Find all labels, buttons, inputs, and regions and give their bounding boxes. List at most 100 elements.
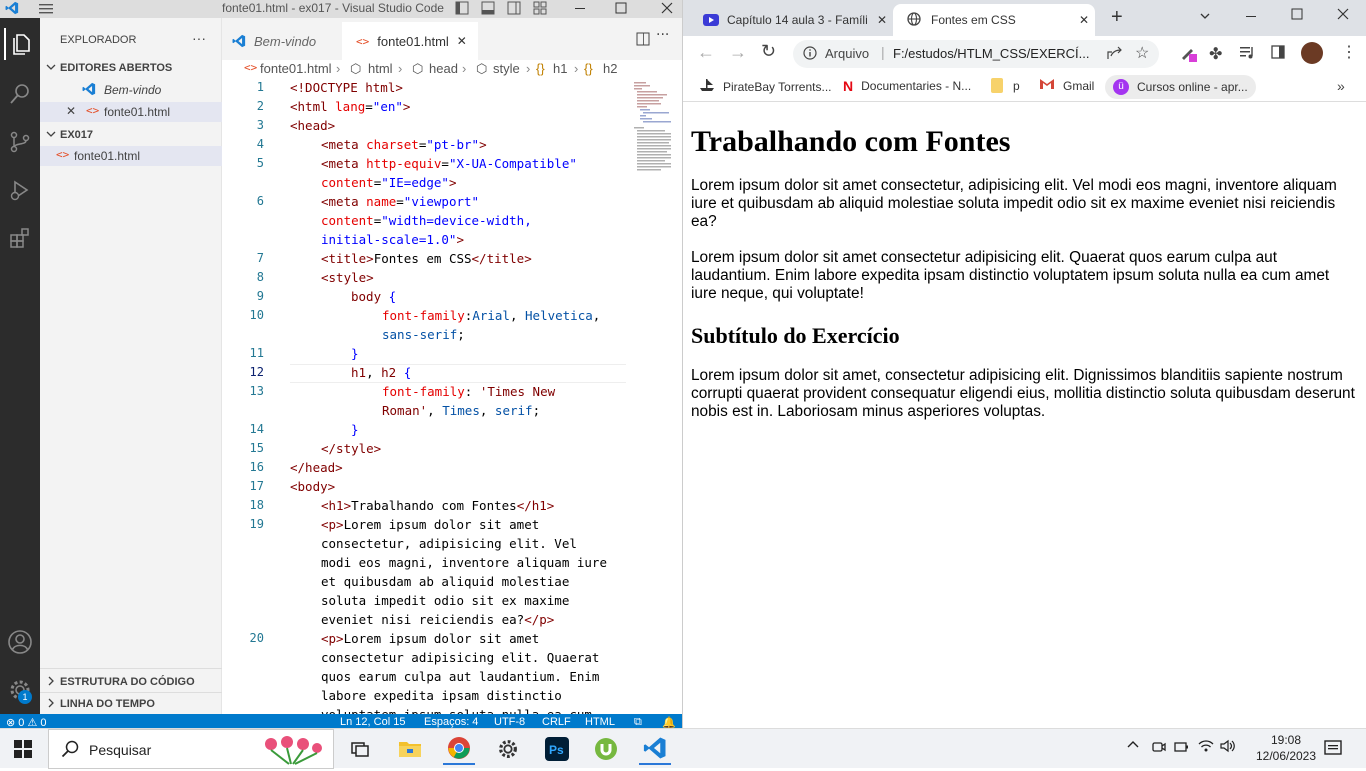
- bookmark-item[interactable]: N Documentaries - N...: [843, 78, 971, 94]
- code-line[interactable]: consectetur, adipisicing elit. Vel: [321, 536, 577, 551]
- maximize-icon[interactable]: [614, 1, 628, 15]
- chrome-menu-icon[interactable]: ⋮: [1341, 42, 1357, 62]
- eol-status[interactable]: CRLF: [542, 716, 571, 728]
- breadcrumb-item[interactable]: style: [493, 61, 520, 76]
- code-line[interactable]: labore expedita ipsam distinctio: [321, 688, 562, 703]
- clock-time[interactable]: 19:08: [1256, 733, 1316, 747]
- battery-icon[interactable]: [1174, 740, 1190, 759]
- encoding-status[interactable]: UTF-8: [494, 716, 525, 728]
- outline-title[interactable]: ESTRUTURA DO CÓDIGO: [60, 676, 195, 688]
- code-line[interactable]: }: [351, 346, 359, 361]
- close-editor-icon[interactable]: ✕: [66, 104, 76, 118]
- timeline-title[interactable]: LINHA DO TEMPO: [60, 698, 155, 710]
- close-tab-icon[interactable]: ✕: [457, 34, 467, 48]
- back-icon[interactable]: ←: [697, 42, 715, 63]
- chrome-tab-fontes[interactable]: Fontes em CSS ✕: [893, 4, 1095, 36]
- open-editor-item[interactable]: Bem-vindo: [104, 83, 161, 97]
- photoshop-icon[interactable]: Ps: [541, 733, 573, 765]
- code-line[interactable]: font-family:Arial, Helvetica,: [382, 308, 600, 323]
- bookmark-item[interactable]: PirateBay Torrents...: [699, 78, 832, 95]
- code-line[interactable]: <p>Lorem ipsum dolor sit amet: [321, 517, 539, 532]
- code-line[interactable]: content="IE=edge">: [321, 175, 456, 190]
- problems-status[interactable]: ⊗ 0 ⚠ 0: [6, 716, 47, 728]
- run-debug-icon[interactable]: [4, 174, 36, 206]
- code-line[interactable]: </style>: [321, 441, 381, 456]
- code-line[interactable]: <body>: [290, 479, 335, 494]
- new-tab-icon[interactable]: +: [1111, 6, 1123, 29]
- more-actions-icon[interactable]: ···: [192, 30, 206, 46]
- cursor-position[interactable]: Ln 12, Col 15: [340, 716, 405, 728]
- close-tab-icon[interactable]: ✕: [877, 13, 887, 27]
- minimize-icon[interactable]: [573, 1, 587, 15]
- chevron-down-icon[interactable]: [46, 129, 56, 142]
- wifi-icon[interactable]: [1198, 739, 1214, 758]
- account-icon[interactable]: [4, 626, 36, 658]
- breadcrumb-item[interactable]: h2: [603, 61, 617, 76]
- code-line[interactable]: sans-serif;: [382, 327, 465, 342]
- toggle-sidebar-icon[interactable]: [455, 1, 469, 15]
- menu-icon[interactable]: [38, 1, 54, 15]
- vscode-taskbar-icon[interactable]: [639, 733, 671, 765]
- code-line[interactable]: modi eos magni, inventore aliquam iure: [321, 555, 607, 570]
- chrome-tab-video[interactable]: Capítulo 14 aula 3 - Famíli ✕: [691, 4, 887, 36]
- notification-center-icon[interactable]: [1324, 740, 1342, 763]
- code-line[interactable]: et quibusdam ab aliquid molestiae: [321, 574, 569, 589]
- breadcrumb-item[interactable]: head: [429, 61, 458, 76]
- settings-gear-icon[interactable]: 1: [4, 674, 36, 706]
- side-panel-icon[interactable]: [1271, 45, 1285, 64]
- code-line[interactable]: quos earum culpa aut laudantium. Enim: [321, 669, 599, 684]
- bookmark-item[interactable]: Gmail: [1039, 78, 1094, 93]
- editor-more-actions-icon[interactable]: ···: [656, 27, 669, 43]
- split-editor-icon[interactable]: [636, 32, 650, 46]
- open-editor-item-selected[interactable]: ✕ <> fonte01.html: [40, 102, 222, 122]
- minimize-icon[interactable]: [1245, 10, 1257, 22]
- code-line[interactable]: }: [351, 422, 359, 437]
- forward-icon[interactable]: →: [729, 42, 747, 63]
- code-line[interactable]: <head>: [290, 118, 335, 133]
- share-icon[interactable]: [1107, 46, 1123, 65]
- code-line[interactable]: Roman', Times, serif;: [382, 403, 540, 418]
- code-line[interactable]: <h1>Trabalhando com Fontes</h1>: [321, 498, 554, 513]
- breadcrumb-item[interactable]: html: [368, 61, 393, 76]
- live-share-icon[interactable]: ⧉: [634, 716, 642, 728]
- extension-pen-icon[interactable]: [1179, 44, 1197, 67]
- volume-icon[interactable]: [1220, 739, 1236, 758]
- reload-icon[interactable]: ↻: [761, 41, 776, 62]
- avatar[interactable]: [1301, 42, 1323, 64]
- windows-start-icon[interactable]: [14, 740, 32, 763]
- file-explorer-icon[interactable]: [394, 733, 426, 765]
- address-bar[interactable]: Arquivo | F:/estudos/HTLM_CSS/EXERCÍ... …: [793, 40, 1159, 68]
- meet-now-icon[interactable]: [1152, 740, 1166, 759]
- source-control-icon[interactable]: [4, 126, 36, 158]
- toggle-panel-icon[interactable]: [481, 1, 495, 15]
- code-line[interactable]: body {: [351, 289, 396, 304]
- code-line[interactable]: consectetur adipisicing elit. Quaerat: [321, 650, 599, 665]
- close-tab-icon[interactable]: ✕: [1079, 13, 1089, 27]
- tab-welcome[interactable]: Bem-vindo: [222, 22, 340, 60]
- close-icon[interactable]: [660, 1, 674, 15]
- code-line[interactable]: content="width=device-width,: [321, 213, 532, 228]
- search-icon[interactable]: [4, 78, 36, 110]
- code-line[interactable]: <style>: [321, 270, 374, 285]
- utorrent-icon[interactable]: [590, 733, 622, 765]
- media-control-icon[interactable]: [1239, 44, 1255, 65]
- code-line[interactable]: <title>Fontes em CSS</title>: [321, 251, 532, 266]
- close-icon[interactable]: [1337, 8, 1349, 20]
- chevron-up-icon[interactable]: [1127, 739, 1139, 754]
- chevron-right-icon[interactable]: [46, 676, 56, 689]
- code-line[interactable]: h1, h2 {: [351, 365, 411, 380]
- bookmark-item[interactable]: ü Cursos online - apr...: [1105, 75, 1256, 99]
- more-bookmarks-icon[interactable]: »: [1337, 78, 1345, 94]
- folder-file-item[interactable]: <> fonte01.html: [40, 146, 222, 166]
- bookmark-star-icon[interactable]: ☆: [1135, 43, 1149, 63]
- minimap[interactable]: [632, 80, 672, 180]
- code-line[interactable]: <p>Lorem ipsum dolor sit amet: [321, 631, 539, 646]
- extensions-icon[interactable]: [4, 222, 36, 254]
- tab-fonte01[interactable]: <> fonte01.html ✕: [342, 22, 478, 60]
- chevron-right-icon[interactable]: [46, 698, 56, 711]
- settings-gear-icon[interactable]: [492, 733, 524, 765]
- code-line[interactable]: soluta impedit odio sit ex maxime: [321, 593, 569, 608]
- maximize-icon[interactable]: [1291, 8, 1303, 20]
- breadcrumb-item[interactable]: h1: [553, 61, 567, 76]
- code-line[interactable]: <html lang="en">: [290, 99, 410, 114]
